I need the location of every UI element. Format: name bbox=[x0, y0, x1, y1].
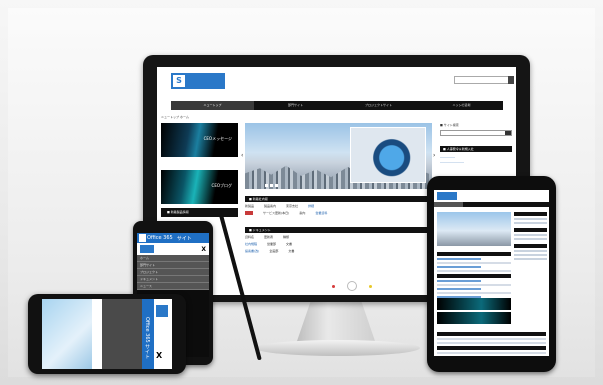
hero-carousel[interactable] bbox=[245, 123, 432, 189]
menu-item[interactable]: 部門サイト bbox=[137, 262, 209, 269]
sharepoint-logo[interactable] bbox=[140, 245, 154, 253]
table-row[interactable]: 提案書(改) 企画部 文書 bbox=[245, 247, 432, 254]
table-row[interactable]: 社内規程 営業部 文書 bbox=[245, 240, 432, 247]
screen-dock bbox=[332, 281, 372, 291]
documents-panel: ■ ドキュメント 資料名 更新者 種類 社内規程 営業部 文書 提案書(改) 企… bbox=[245, 227, 432, 254]
new-badge bbox=[245, 210, 253, 215]
menu-item[interactable]: プロジェクト bbox=[137, 269, 209, 276]
tablet-screen bbox=[434, 190, 549, 356]
sharepoint-icon: S bbox=[173, 75, 185, 87]
app-title[interactable]: Office 365 bbox=[147, 235, 173, 241]
sharepoint-logo[interactable]: S bbox=[171, 73, 225, 89]
nav-item-top[interactable]: ニュートップ bbox=[171, 101, 254, 110]
search-icon[interactable] bbox=[505, 131, 511, 135]
app-bar: Office 365 サイト bbox=[142, 299, 154, 369]
phone-menu: ホーム 部門サイト プロジェクト ドキュメント ニュース bbox=[137, 255, 209, 290]
sharepoint-icon bbox=[139, 234, 146, 242]
personnel-link[interactable]: ――――― bbox=[440, 155, 512, 159]
tablet-sidebar bbox=[514, 212, 547, 262]
right-column: ■ サイト検索 ■ 人事発令＆新規入社 ――――― ―――――――― bbox=[440, 123, 512, 164]
tile-label: CEOブログ bbox=[211, 183, 232, 188]
home-button-icon[interactable] bbox=[347, 281, 357, 291]
menu-item[interactable]: ホーム bbox=[137, 255, 209, 262]
tablet-tiles[interactable] bbox=[437, 298, 511, 326]
ceo-blog-tile[interactable]: CEOブログ bbox=[161, 170, 238, 204]
red-indicator bbox=[332, 284, 335, 288]
menu-item[interactable]: ドキュメント bbox=[137, 276, 209, 283]
sharepoint-logo[interactable] bbox=[437, 192, 457, 200]
phone-app-bar: Office 365 サイト bbox=[137, 233, 209, 243]
app-title[interactable]: Office 365 サイト bbox=[144, 317, 151, 359]
carousel-indicators[interactable] bbox=[265, 184, 278, 187]
sharepoint-logo[interactable] bbox=[156, 305, 168, 317]
carousel-prev-icon[interactable]: ‹ bbox=[241, 153, 245, 159]
table-row: 資料名 更新者 種類 bbox=[245, 234, 290, 239]
hero-image[interactable] bbox=[42, 299, 92, 369]
phone-subheader: X bbox=[137, 243, 209, 255]
nav-item-projects[interactable]: プロジェクトサイト bbox=[337, 101, 420, 110]
table-row[interactable]: 新製品 製品案内 東京支社 詳細 bbox=[245, 202, 432, 209]
personnel-link[interactable]: ―――――――― bbox=[440, 160, 512, 164]
yellow-indicator bbox=[369, 284, 372, 288]
globe-photo bbox=[350, 127, 426, 183]
table-row[interactable]: サービス更新(本日) 案内 営業資料 bbox=[245, 209, 432, 216]
news-panel: ■ 新着社内報 新製品 製品案内 東京支社 詳細 サービス更新(本日) 案内 営… bbox=[245, 196, 432, 216]
smartphone-landscape: Office 365 サイト X bbox=[28, 294, 186, 374]
tablet-nav[interactable] bbox=[434, 202, 549, 207]
close-icon[interactable]: X bbox=[156, 351, 162, 360]
close-icon[interactable]: X bbox=[201, 246, 206, 253]
site-search-label: ■ サイト検索 bbox=[440, 123, 459, 127]
site-search-input[interactable] bbox=[454, 76, 514, 84]
landscape-phone-screen: Office 365 サイト X bbox=[42, 299, 172, 369]
site-title[interactable]: サイト bbox=[177, 235, 192, 242]
tile-label: CEOメッセージ bbox=[203, 136, 232, 141]
tablet-footer-list bbox=[437, 330, 546, 356]
tablet-hero-image[interactable] bbox=[437, 212, 511, 246]
product-news-heading: ■ 新着製品情報 bbox=[161, 208, 238, 217]
breadcrumb: ニュートップ ホーム bbox=[161, 115, 189, 119]
personnel-heading: ■ 人事発令＆新規入社 bbox=[440, 146, 512, 152]
tablet-device bbox=[427, 176, 556, 372]
global-nav: ニュートップ 部門サイト プロジェクトサイト ニッシの道場 bbox=[171, 101, 503, 110]
nav-item-departments[interactable]: 部門サイト bbox=[254, 101, 337, 110]
carousel-next-icon[interactable]: › bbox=[433, 153, 437, 159]
ceo-message-tile[interactable]: CEOメッセージ bbox=[161, 123, 238, 157]
search-icon[interactable] bbox=[508, 76, 514, 84]
site-header: S bbox=[157, 67, 516, 97]
nav-item-dojo[interactable]: ニッシの道場 bbox=[420, 101, 503, 110]
side-menu[interactable] bbox=[102, 299, 142, 369]
monitor-base bbox=[255, 340, 420, 356]
sidebar-search-input[interactable] bbox=[440, 130, 512, 136]
tablet-news-list[interactable] bbox=[437, 250, 511, 300]
menu-item[interactable]: ニュース bbox=[137, 283, 209, 290]
